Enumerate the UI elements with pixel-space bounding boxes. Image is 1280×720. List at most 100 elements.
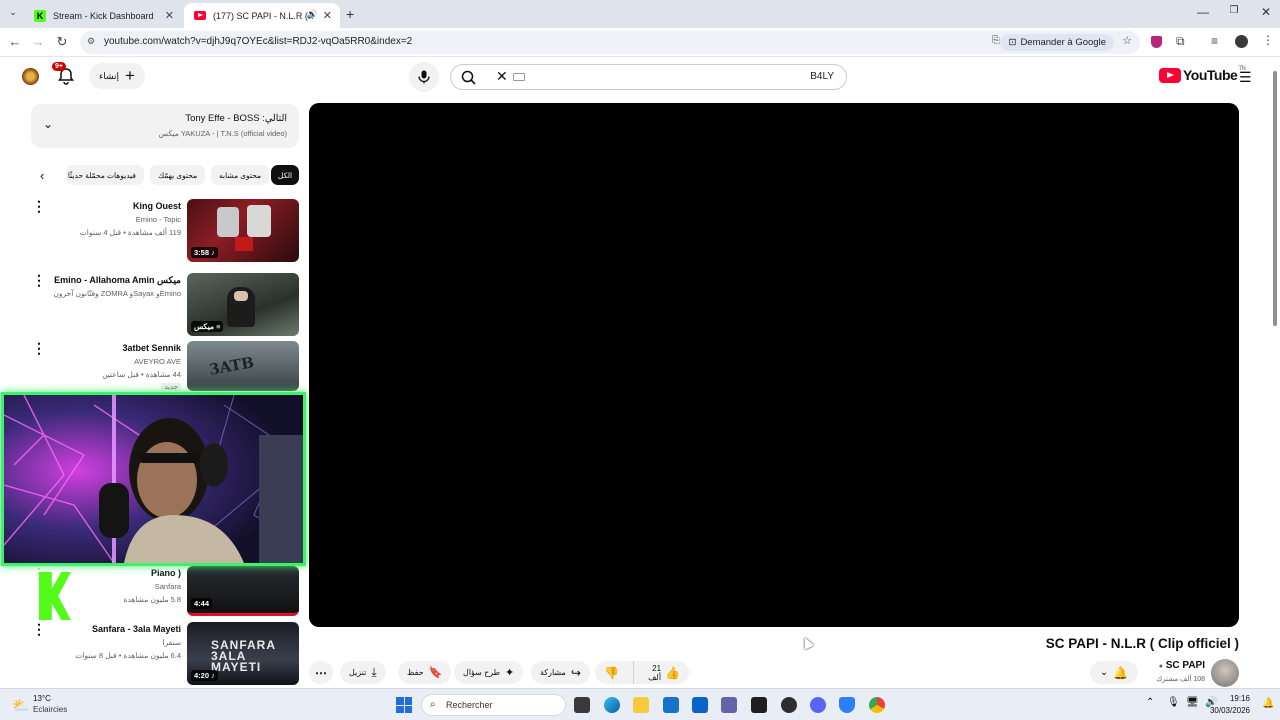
channel-avatar[interactable] — [1211, 659, 1239, 687]
save-button[interactable]: 🔖 حفظ — [398, 661, 452, 684]
speaker-icon[interactable]: 🔊 — [307, 9, 318, 20]
list-item[interactable]: ميكس ≡ ⋮ Emino - Allahoma Amin ميكس وفنّ… — [31, 273, 299, 336]
video-thumbnail[interactable]: 3ATB — [187, 341, 299, 391]
windows-start-icon[interactable] — [396, 697, 412, 713]
video-thumbnail[interactable]: 3:58 ♪ — [187, 199, 299, 262]
browser-menu-icon[interactable]: ⋮ — [1262, 33, 1274, 47]
video-thumbnail[interactable]: ميكس ≡ — [187, 273, 299, 336]
minimize-button[interactable]: — — [1193, 5, 1213, 19]
channel-name: Emino - Topic — [135, 215, 181, 224]
teams-icon[interactable] — [721, 697, 737, 713]
chip-all[interactable]: الكل — [271, 165, 299, 185]
reload-icon[interactable]: ↻ — [53, 34, 71, 50]
dislike-button[interactable]: 👎 — [595, 666, 628, 680]
ask-google-button[interactable]: ⊡ Demander à Google — [1000, 34, 1114, 51]
list-item[interactable]: 3ATB ⋮ 3atbet Sennik AVEYRO AVE 44 مشاهد… — [31, 341, 299, 391]
close-icon[interactable]: ✕ — [323, 9, 332, 22]
taskbar-search[interactable]: ⌕ Rechercher — [421, 694, 566, 716]
bookmark-star-icon[interactable]: ☆ — [1122, 34, 1132, 47]
list-item[interactable]: 4:44 ⋮ Piano ) Sanfara 5.8 مليون مشاهدة — [31, 566, 299, 616]
tab-search-button[interactable]: ⌄ — [6, 7, 20, 21]
tab-youtube-video[interactable]: (177) SC PAPI - N.L.R ( Clip 🔊 ✕ — [184, 3, 340, 28]
install-app-icon[interactable]: ⎘ — [992, 35, 1000, 46]
share-button[interactable]: ↪ مشاركة — [531, 661, 590, 684]
kick-icon: K — [34, 9, 46, 22]
video-player[interactable] — [309, 103, 1239, 627]
site-info-icon[interactable]: ⚙ — [87, 36, 95, 47]
chevron-up-icon[interactable]: ⌃ — [1146, 697, 1154, 708]
tab-title: (177) SC PAPI - N.L.R ( Clip — [213, 10, 313, 21]
video-thumbnail[interactable]: SANFARA 3ALA MAYETI 4:20 ♪ — [187, 622, 299, 685]
network-icon[interactable]: 🖥 — [1186, 697, 1199, 708]
windows-taskbar: ⛅ 13°C Eclaircies ⌕ Rechercher ⌃ 🎙 🖥 🔊 1… — [0, 688, 1280, 720]
security-shield-icon[interactable] — [839, 697, 855, 713]
profile-avatar[interactable] — [1235, 35, 1248, 48]
chip-for-you[interactable]: محتوى يهمّك — [150, 165, 206, 185]
back-arrow-icon[interactable]: ← — [6, 34, 24, 49]
clock-date[interactable]: 30/03/2026 — [1210, 706, 1250, 715]
download-button[interactable]: ⤓ تنزيل — [340, 661, 386, 684]
more-options-icon[interactable]: ⋮ — [32, 273, 46, 287]
edge-icon[interactable] — [604, 697, 620, 713]
microphone-icon[interactable]: 🎙 — [1167, 697, 1180, 708]
close-icon[interactable]: ✕ — [165, 9, 174, 22]
chrome-icon[interactable] — [869, 697, 885, 713]
youtube-icon — [194, 11, 206, 20]
like-button[interactable]: 👍 21 ألف — [632, 661, 689, 684]
next-up-panel[interactable]: ⌄ التالي: Tony Effe - BOSS YAKUZA - | T.… — [31, 104, 299, 148]
more-actions-button[interactable]: ⋯ — [309, 661, 333, 684]
hamburger-menu-icon[interactable]: ☰ — [1239, 69, 1252, 86]
youtube-header: 9+ إنشاء + ✕ B4LY YouTube TN ☰ — [0, 57, 1280, 97]
chevron-left-icon[interactable]: ‹ — [40, 168, 44, 183]
scrollbar-thumb[interactable] — [1273, 71, 1277, 326]
reading-list-icon[interactable]: ≡ — [1211, 34, 1218, 48]
duration-badge: 4:20 ♪ — [191, 670, 218, 681]
tab-kick-dashboard[interactable]: K Stream - Kick Dashboard ✕ — [24, 3, 182, 28]
weather-icon[interactable]: ⛅ — [12, 697, 29, 714]
task-view-icon[interactable] — [574, 697, 590, 713]
channel-name[interactable]: ● SC PAPI — [1159, 660, 1205, 671]
voice-search-button[interactable] — [409, 62, 439, 92]
video-thumbnail[interactable]: 4:44 — [187, 566, 299, 616]
notifications-bell-icon[interactable]: 9+ — [52, 62, 76, 86]
discord-icon[interactable] — [810, 697, 826, 713]
weather-description[interactable]: Eclaircies — [33, 705, 67, 714]
ask-button[interactable]: ✦ طرح سؤال — [454, 661, 524, 684]
store-icon[interactable] — [663, 697, 679, 713]
terminal-icon[interactable] — [751, 697, 767, 713]
weather-temperature[interactable]: 13°C — [33, 694, 51, 703]
thumbnail-art-text: SANFARA 3ALA MAYETI — [211, 638, 277, 674]
clear-search-icon[interactable]: ✕ — [496, 68, 508, 85]
obs-icon[interactable] — [781, 697, 797, 713]
search-icon[interactable] — [461, 70, 476, 85]
more-options-icon[interactable]: ⋮ — [32, 622, 46, 636]
outlook-icon[interactable] — [692, 697, 708, 713]
clock-time[interactable]: 19:16 — [1230, 694, 1250, 703]
more-options-icon[interactable]: ⋮ — [32, 199, 46, 213]
avatar[interactable] — [22, 68, 39, 85]
url-text: youtube.com/watch?v=djhJ9q7OYEc&list=RDJ… — [104, 36, 413, 47]
create-button[interactable]: إنشاء + — [89, 63, 145, 89]
subscribed-button[interactable]: 🔔 ⌄ — [1090, 661, 1138, 684]
extensions-puzzle-icon[interactable]: ⧉ — [1176, 34, 1185, 49]
page-scrollbar[interactable] — [1272, 63, 1278, 679]
like-count: 21 ألف — [648, 663, 662, 682]
notification-center-icon[interactable]: 🔔 — [1262, 698, 1274, 709]
file-explorer-icon[interactable] — [633, 697, 649, 713]
restore-button[interactable]: ❐ — [1224, 5, 1244, 16]
chip-recently-uploaded[interactable]: فيديوهات محمّلة حديثًا — [66, 165, 144, 185]
keyboard-icon[interactable] — [513, 73, 525, 81]
extension-shield-icon[interactable] — [1151, 36, 1162, 48]
chevron-down-icon[interactable]: ⌄ — [43, 117, 53, 131]
list-item[interactable]: SANFARA 3ALA MAYETI 4:20 ♪ ⋮ Sanfara - 3a… — [31, 622, 299, 685]
more-options-icon[interactable]: ⋮ — [32, 341, 46, 355]
chip-similar[interactable]: محتوى مشابه — [211, 165, 270, 185]
search-input[interactable]: ✕ B4LY — [450, 64, 847, 90]
close-window-button[interactable]: ✕ — [1256, 5, 1276, 19]
more-options-icon[interactable]: ⋮ — [32, 566, 46, 580]
address-bar[interactable]: ⚙ youtube.com/watch?v=djhJ9q7OYEc&list=R… — [80, 31, 1140, 54]
youtube-logo[interactable]: YouTube TN — [1159, 66, 1246, 83]
list-item[interactable]: 3:58 ♪ ⋮ King Ouest Emino - Topic 119 أل… — [31, 199, 299, 262]
forward-arrow-icon[interactable]: → — [29, 34, 47, 49]
new-tab-button[interactable]: + — [346, 6, 354, 22]
